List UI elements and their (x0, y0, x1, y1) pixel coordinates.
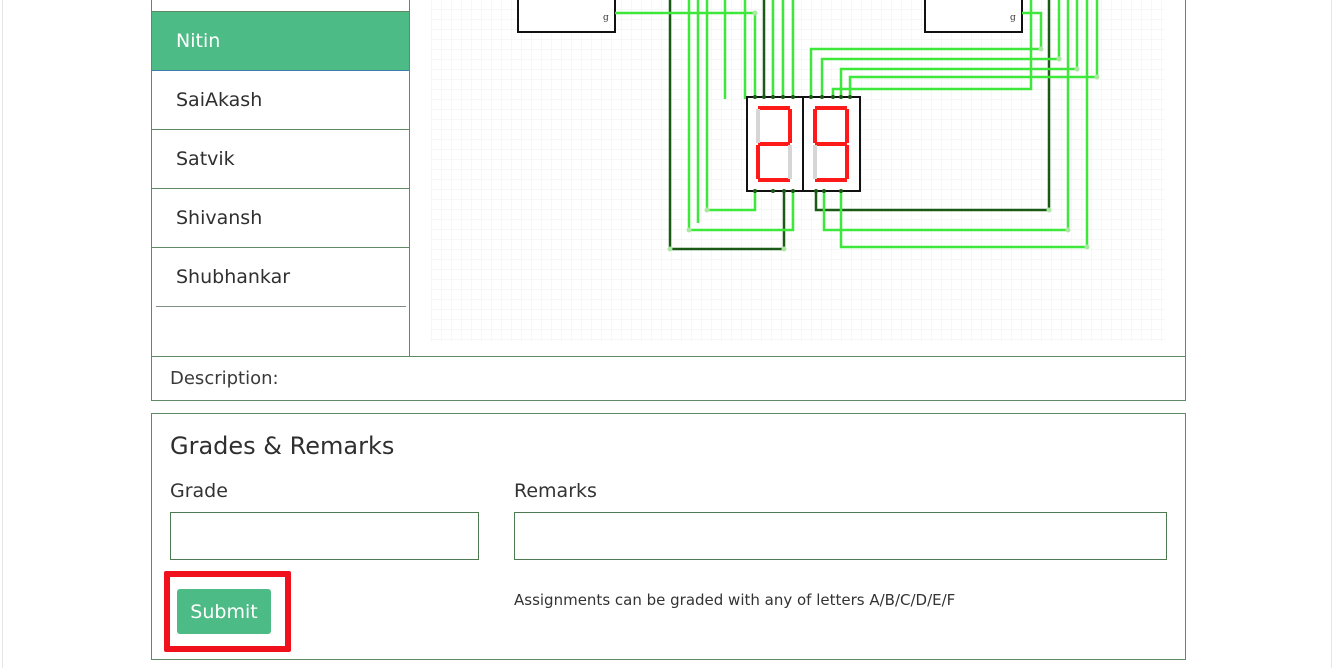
submit-button[interactable]: Submit (177, 589, 271, 634)
circuit-diagram: g g (431, 0, 1165, 341)
description-label: Description: (170, 368, 279, 389)
student-item-nitin[interactable]: Nitin (152, 12, 409, 71)
remarks-label: Remarks (514, 480, 597, 502)
remarks-input[interactable] (514, 512, 1167, 560)
decoder-chip-left[interactable]: g (517, 0, 616, 33)
student-item-saiakash[interactable]: SaiAkash (152, 71, 409, 130)
student-list: Nitin SaiAkash Satvik Shivansh Shubhanka… (152, 0, 410, 356)
grade-label: Grade (170, 480, 228, 502)
student-item-shivansh[interactable]: Shivansh (152, 189, 409, 248)
grade-hint: Assignments can be graded with any of le… (514, 591, 956, 609)
circuit-canvas[interactable]: g g (411, 0, 1185, 356)
grades-remarks-panel: Grades & Remarks Grade Remarks Submit As… (151, 413, 1186, 660)
student-item-shubhankar[interactable]: Shubhankar (156, 248, 406, 307)
submission-viewer: Nitin SaiAkash Satvik Shivansh Shubhanka… (151, 0, 1186, 401)
decoder-chip-right[interactable]: g (924, 0, 1023, 33)
page-edge-left (2, 0, 3, 668)
description-row: Description: (152, 356, 1185, 400)
seven-segment-display[interactable] (746, 95, 861, 193)
grade-input[interactable] (170, 512, 479, 560)
chip-pin-label: g (603, 13, 609, 23)
page-edge-right (1331, 0, 1332, 668)
chip-pin-label: g (1010, 13, 1016, 23)
grades-title: Grades & Remarks (170, 432, 395, 460)
student-list-top (152, 0, 410, 12)
student-item-satvik[interactable]: Satvik (152, 130, 409, 189)
